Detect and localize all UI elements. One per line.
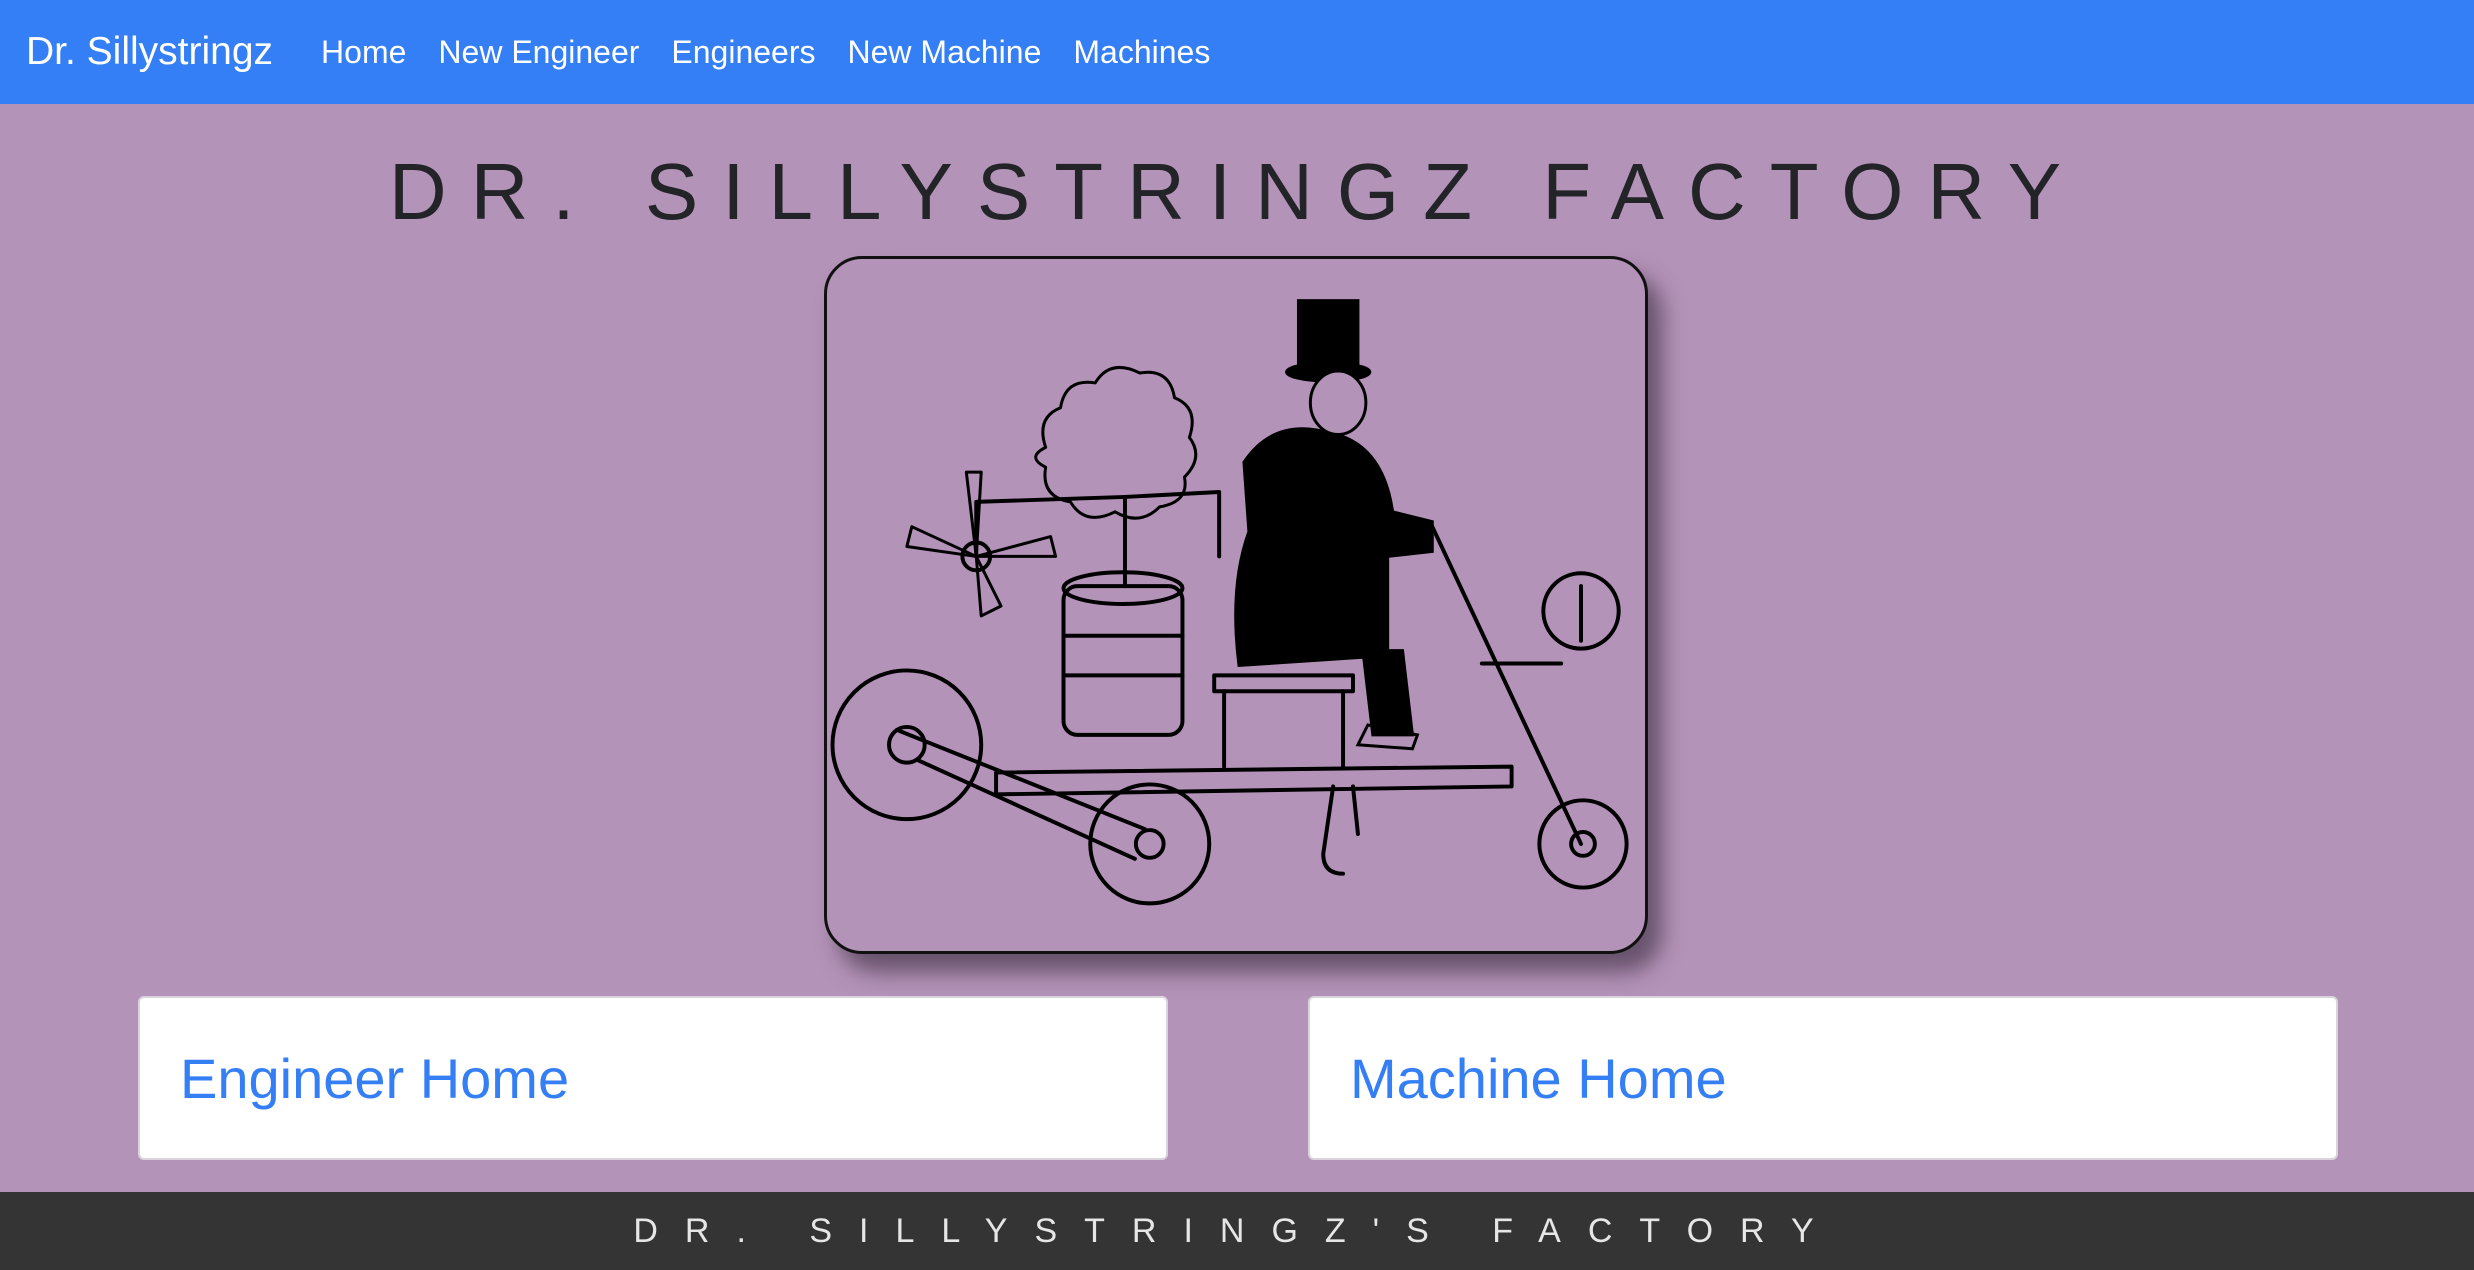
brand-link[interactable]: Dr. Sillystringz	[26, 30, 273, 74]
footer-text: DR. SILLYSTRINGZ'S FACTORY	[633, 1211, 1841, 1250]
hero-illustration	[824, 256, 1648, 954]
engineer-home-link[interactable]: Engineer Home	[180, 1046, 569, 1111]
engineer-home-card: Engineer Home	[138, 996, 1168, 1160]
nav-link-new-engineer[interactable]: New Engineer	[438, 34, 639, 71]
nav-link-machines[interactable]: Machines	[1073, 34, 1210, 71]
footer: DR. SILLYSTRINGZ'S FACTORY	[0, 1192, 2474, 1270]
nav-link-home[interactable]: Home	[321, 34, 406, 71]
page-title: DR. SILLYSTRINGZ FACTORY	[388, 147, 2086, 236]
nav-link-new-machine[interactable]: New Machine	[848, 34, 1042, 71]
top-navbar: Dr. Sillystringz Home New Engineer Engin…	[0, 0, 2474, 104]
machine-home-card: Machine Home	[1308, 996, 2338, 1160]
nav-link-engineers[interactable]: Engineers	[671, 34, 815, 71]
steam-contraption-drawing	[830, 299, 1629, 906]
machine-home-link[interactable]: Machine Home	[1350, 1046, 1727, 1111]
